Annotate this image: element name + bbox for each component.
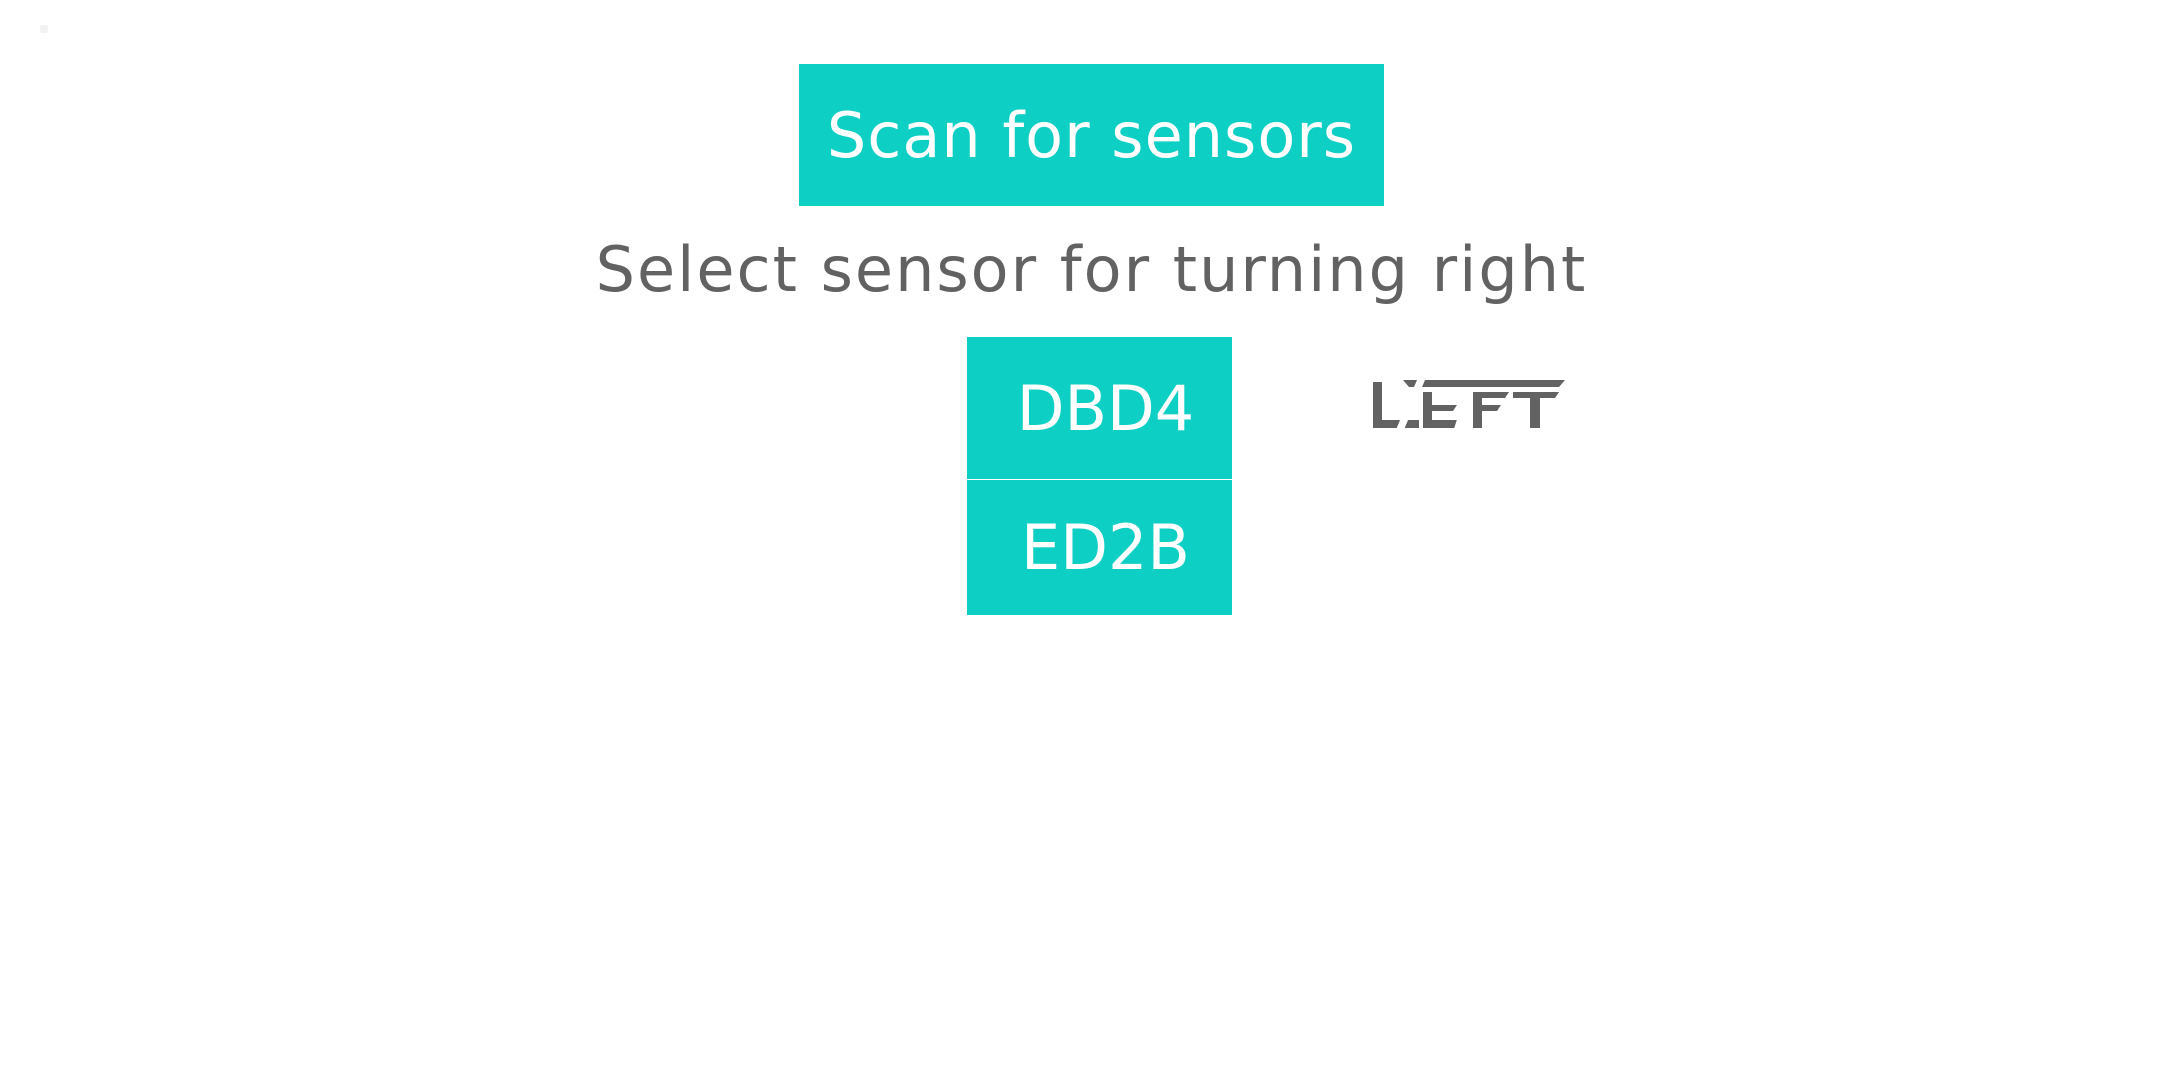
scan-for-sensors-button[interactable]: Scan for sensors bbox=[799, 64, 1384, 206]
status-dot-icon bbox=[40, 25, 48, 33]
app-root: Scan for sensors Select sensor for turni… bbox=[0, 0, 2160, 1080]
sensor-item-dbd4[interactable]: DBD4 bbox=[967, 337, 1232, 479]
sensor-item-ed2b[interactable]: ED2B bbox=[967, 479, 1232, 615]
sensor-item-label: ED2B bbox=[1021, 511, 1190, 584]
sensor-list: DBD4 ED2B bbox=[967, 337, 1232, 615]
select-sensor-prompt: Select sensor for turning right bbox=[595, 233, 1588, 306]
sensor-item-label: DBD4 bbox=[1016, 371, 1195, 445]
scan-button-label: Scan for sensors bbox=[826, 98, 1357, 172]
left-direction-logo-icon bbox=[1373, 380, 1565, 432]
